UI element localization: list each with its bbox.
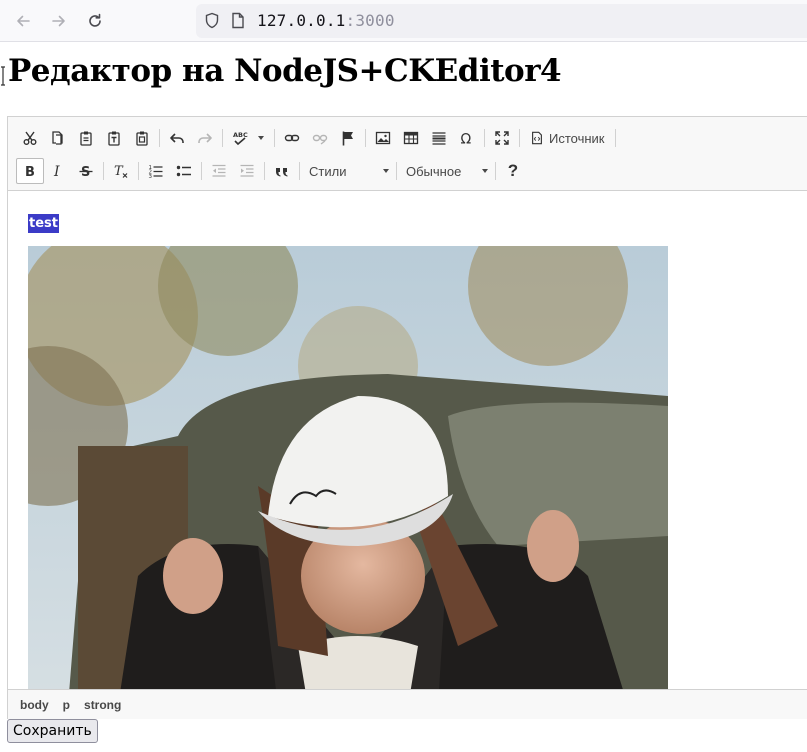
toolbar-separator xyxy=(484,129,485,147)
editor-toolbar: ABC Ω Источник B I S T 1 2 3 Стили Обычн… xyxy=(8,117,807,191)
toolbar-separator xyxy=(274,129,275,147)
blockquote-icon[interactable] xyxy=(268,158,296,184)
special-char-icon[interactable]: Ω xyxy=(453,125,481,151)
table-icon[interactable] xyxy=(397,125,425,151)
reload-icon[interactable] xyxy=(83,9,107,33)
source-icon xyxy=(532,131,542,145)
paste-icon[interactable] xyxy=(72,125,100,151)
toolbar-separator xyxy=(396,162,397,180)
help-icon: ? xyxy=(507,161,519,180)
toolbar-separator xyxy=(201,162,202,180)
page-icon xyxy=(232,12,244,29)
url-host: 127.0.0.1 xyxy=(257,11,346,30)
toolbar-separator xyxy=(495,162,496,180)
svg-text:B: B xyxy=(25,165,35,179)
help-button[interactable]: ? xyxy=(499,158,527,184)
path-item-p[interactable]: p xyxy=(63,698,70,712)
toolbar-separator xyxy=(299,162,300,180)
photo-illustration xyxy=(28,246,668,689)
undo-icon[interactable] xyxy=(163,125,191,151)
chevron-down-icon xyxy=(482,169,488,173)
toolbar-separator xyxy=(222,129,223,147)
content-photo[interactable] xyxy=(28,246,668,689)
toolbar-separator xyxy=(264,162,265,180)
cut-icon[interactable] xyxy=(16,125,44,151)
editor-content[interactable]: test xyxy=(8,192,807,689)
unlink-icon[interactable] xyxy=(306,125,334,151)
toolbar-separator xyxy=(103,162,104,180)
source-label: Источник xyxy=(549,130,605,146)
toolbar-separator xyxy=(138,162,139,180)
chevron-down-icon xyxy=(383,169,389,173)
toolbar-separator xyxy=(614,129,616,147)
selected-text[interactable]: test xyxy=(28,214,59,233)
remove-format-icon[interactable]: T xyxy=(107,158,135,184)
anchor-icon[interactable] xyxy=(334,125,362,151)
bulleted-list-icon[interactable] xyxy=(170,158,198,184)
indent-icon[interactable] xyxy=(233,158,261,184)
chevron-down-icon xyxy=(258,136,264,140)
svg-text:Ω: Ω xyxy=(461,132,472,147)
bold-icon[interactable]: B xyxy=(16,158,44,184)
format-dropdown[interactable]: Обычное xyxy=(400,158,492,184)
italic-icon[interactable]: I xyxy=(44,158,72,184)
paste-text-icon[interactable] xyxy=(100,125,128,151)
spellcheck-icon[interactable]: ABC xyxy=(226,125,271,151)
svg-text:ABC: ABC xyxy=(233,131,248,139)
toolbar-separator xyxy=(365,129,366,147)
numbered-list-icon[interactable]: 123 xyxy=(142,158,170,184)
svg-text:I: I xyxy=(53,164,60,179)
strike-icon[interactable]: S xyxy=(72,158,100,184)
styles-dropdown-label: Стили xyxy=(309,163,347,179)
source-button[interactable]: Источник xyxy=(523,125,612,151)
styles-dropdown[interactable]: Стили xyxy=(303,158,393,184)
text-cursor-icon xyxy=(1,66,5,86)
toolbar-row-1: ABC Ω Источник xyxy=(16,125,619,151)
format-dropdown-label: Обычное xyxy=(406,163,462,179)
url-port: :3000 xyxy=(345,11,395,30)
path-item-strong[interactable]: strong xyxy=(84,698,121,712)
redo-icon[interactable] xyxy=(191,125,219,151)
link-icon[interactable] xyxy=(278,125,306,151)
browser-toolbar: 127.0.0.1:3000 xyxy=(0,0,807,42)
paste-word-icon[interactable] xyxy=(128,125,156,151)
ckeditor: ABC Ω Источник B I S T 1 2 3 Стили Обычн… xyxy=(7,116,807,719)
back-icon[interactable] xyxy=(11,9,35,33)
page-title: Редактор на NodeJS+CKEditor4 xyxy=(8,53,562,89)
element-path-bar: body p strong xyxy=(8,689,807,719)
toolbar-separator xyxy=(519,129,520,147)
horizontal-line-icon[interactable] xyxy=(425,125,453,151)
url-text: 127.0.0.1:3000 xyxy=(257,11,395,30)
save-button[interactable]: Сохранить xyxy=(7,719,98,743)
outdent-icon[interactable] xyxy=(205,158,233,184)
toolbar-separator xyxy=(159,129,160,147)
toolbar-row-2: B I S T 123 Стили Обычное ? xyxy=(16,158,527,184)
shield-icon[interactable] xyxy=(204,12,220,29)
forward-icon[interactable] xyxy=(47,9,71,33)
svg-text:3: 3 xyxy=(149,174,153,179)
image-icon[interactable] xyxy=(369,125,397,151)
maximize-icon[interactable] xyxy=(488,125,516,151)
path-item-body[interactable]: body xyxy=(20,698,49,712)
address-bar[interactable]: 127.0.0.1:3000 xyxy=(196,4,807,38)
svg-text:T: T xyxy=(114,164,124,179)
copy-icon[interactable] xyxy=(44,125,72,151)
